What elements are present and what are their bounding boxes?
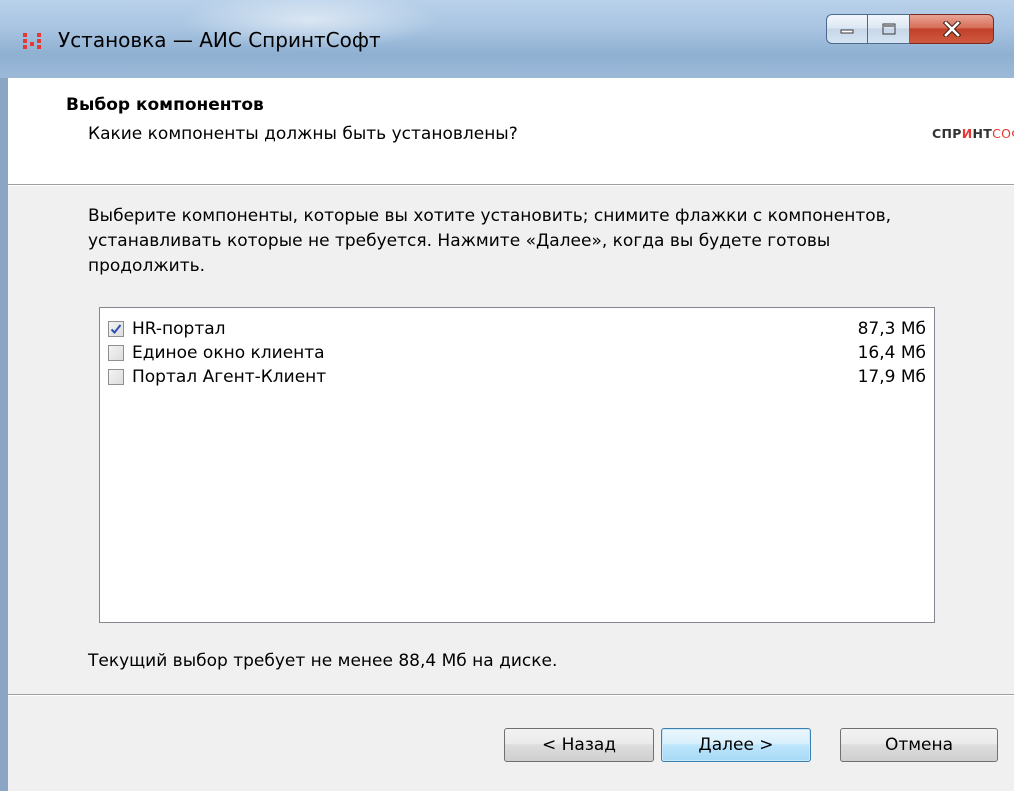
cancel-button[interactable]: Отмена <box>840 728 998 762</box>
component-checkbox[interactable] <box>108 369 124 385</box>
maximize-button[interactable] <box>868 14 910 44</box>
window-title: Установка — АИС СпринтСофт <box>58 28 381 52</box>
close-icon <box>942 21 961 37</box>
page-title: Выбор компонентов <box>66 95 264 115</box>
minimize-button[interactable] <box>826 14 868 44</box>
window-frame-left <box>0 78 8 791</box>
window-controls <box>826 14 994 48</box>
next-button[interactable]: Далее > <box>661 728 811 762</box>
wizard-header: Выбор компонентов Какие компоненты должн… <box>8 78 1014 185</box>
component-size: 16,4 Мб <box>857 343 926 363</box>
logo-text-part: НТ <box>972 126 993 141</box>
check-icon <box>110 324 122 334</box>
instructions-text: Выберите компоненты, которые вы хотите у… <box>88 206 892 276</box>
title-bar[interactable]: Установка — АИС СпринтСофт <box>0 0 1014 78</box>
component-checkbox[interactable] <box>108 321 124 337</box>
page-subtitle: Какие компоненты должны быть установлены… <box>88 124 518 144</box>
list-item[interactable]: Портал Агент-Клиент 17,9 Мб <box>108 365 926 389</box>
logo-text-part: И <box>961 126 973 141</box>
divider <box>8 185 1014 186</box>
installer-dialog: Выбор компонентов Какие компоненты должн… <box>8 78 1014 791</box>
list-item[interactable]: HR-портал 87,3 Мб <box>108 317 926 341</box>
component-label: Портал Агент-Клиент <box>132 367 327 387</box>
component-size: 17,9 Мб <box>857 367 926 387</box>
logo-text-part: СОФТ <box>992 126 1014 141</box>
list-item[interactable]: Единое окно клиента 16,4 Мб <box>108 341 926 365</box>
logo-text-part: СПР <box>932 126 962 141</box>
close-button[interactable] <box>910 14 994 44</box>
component-size: 87,3 Мб <box>857 319 926 339</box>
component-checkbox[interactable] <box>108 345 124 361</box>
back-button[interactable]: < Назад <box>504 728 654 762</box>
disk-space-requirement: Текущий выбор требует не менее 88,4 Мб н… <box>88 651 558 671</box>
footer-divider-highlight <box>8 695 1014 696</box>
maximize-icon <box>882 23 895 35</box>
component-label: Единое окно клиента <box>132 343 325 363</box>
components-list[interactable]: HR-портал 87,3 Мб Единое окно клиента 16… <box>99 307 935 623</box>
app-logo-icon <box>23 33 41 49</box>
brand-logo: СПРИНТСОФТ <box>932 126 1014 141</box>
minimize-icon <box>840 29 854 34</box>
component-label: HR-портал <box>132 319 226 339</box>
